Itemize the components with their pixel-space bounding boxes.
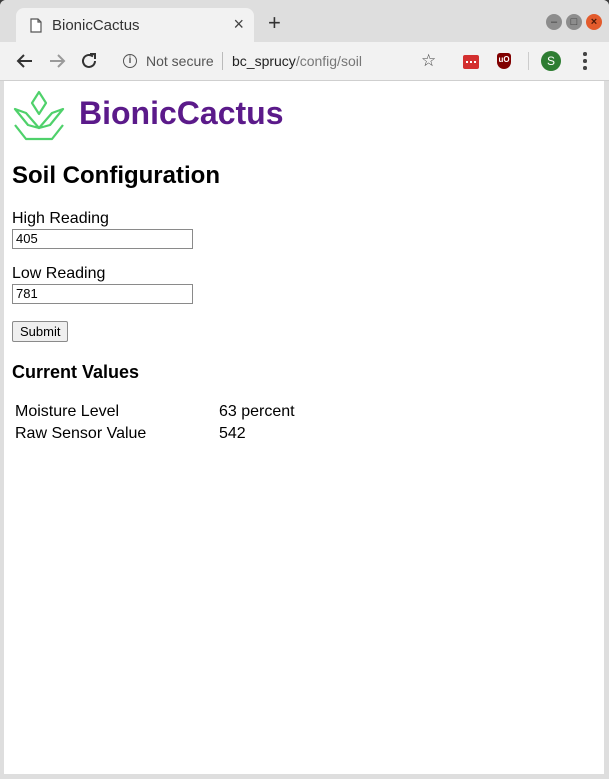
- address-bar[interactable]: bc_sprucy/config/soil: [232, 53, 362, 69]
- minimize-window-button[interactable]: –: [546, 14, 562, 30]
- toolbar-separator: [528, 52, 529, 70]
- site-info-icon[interactable]: i: [123, 54, 137, 68]
- page-icon: [30, 18, 42, 38]
- extension-ublock-icon[interactable]: uO: [497, 53, 511, 69]
- low-reading-input[interactable]: [12, 284, 193, 304]
- kebab-menu-icon[interactable]: [580, 51, 590, 71]
- forward-button[interactable]: [46, 50, 68, 72]
- raw-sensor-label: Raw Sensor Value: [15, 425, 147, 442]
- arrow-right-icon: [50, 54, 66, 68]
- tab-bioniccactus[interactable]: BionicCactus ×: [16, 8, 254, 42]
- minimize-icon: –: [550, 16, 558, 28]
- bookmark-star-icon[interactable]: ☆: [421, 51, 436, 71]
- table-row: Raw Sensor Value 542: [14, 424, 296, 444]
- moisture-level-label: Moisture Level: [15, 403, 120, 420]
- current-values-heading: Current Values: [12, 362, 140, 382]
- security-label[interactable]: Not secure: [146, 53, 214, 69]
- browser-toolbar: i Not secure bc_sprucy/config/soil ☆ uO …: [0, 42, 609, 81]
- page-content: BionicCactus Soil Configuration High Rea…: [4, 81, 604, 774]
- high-reading-label: High Reading: [12, 210, 109, 227]
- submit-button[interactable]: Submit: [12, 321, 69, 342]
- site-brand: BionicCactus: [79, 95, 284, 131]
- new-tab-button[interactable]: +: [268, 12, 281, 34]
- close-icon: ×: [590, 16, 598, 28]
- moisture-level-value: 63 percent: [219, 403, 295, 420]
- table-row: Moisture Level 63 percent: [14, 402, 296, 422]
- maximize-icon: □: [570, 16, 578, 28]
- reload-button[interactable]: [78, 50, 100, 72]
- extension-lastpass-icon[interactable]: [463, 55, 479, 69]
- url-host: bc_sprucy: [232, 53, 296, 69]
- tab-title: BionicCactus: [52, 17, 140, 34]
- browser-window: BionicCactus × + – □ × i Not secure bc_s…: [0, 0, 609, 779]
- close-tab-icon[interactable]: ×: [233, 14, 244, 34]
- close-window-button[interactable]: ×: [586, 14, 602, 30]
- page-title: Soil Configuration: [12, 162, 220, 189]
- low-reading-label: Low Reading: [12, 265, 106, 282]
- url-path: /config/soil: [295, 53, 362, 69]
- arrow-left-icon: [16, 54, 32, 68]
- raw-sensor-value: 542: [219, 425, 246, 442]
- reload-icon: [82, 53, 96, 68]
- url-separator: [222, 52, 223, 70]
- tab-strip: BionicCactus × + – □ ×: [0, 0, 609, 42]
- cactus-logo-icon: [12, 89, 66, 143]
- current-values-table: Moisture Level 63 percent Raw Sensor Val…: [12, 400, 298, 446]
- maximize-window-button[interactable]: □: [566, 14, 582, 30]
- back-button[interactable]: [14, 50, 36, 72]
- profile-avatar[interactable]: S: [541, 51, 561, 71]
- high-reading-input[interactable]: [12, 229, 193, 249]
